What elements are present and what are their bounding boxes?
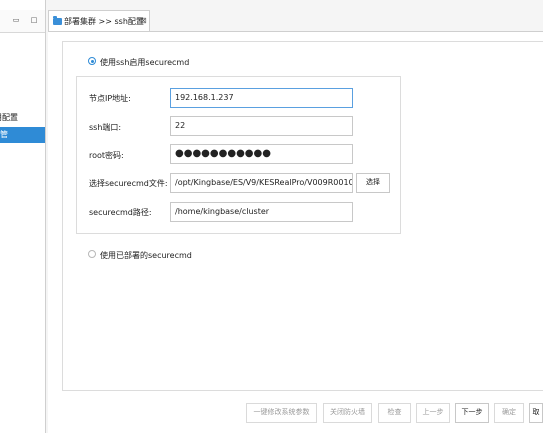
maximize-icon[interactable]: □	[30, 16, 38, 24]
use-deployed-radio[interactable]	[88, 250, 96, 258]
next-button[interactable]: 下一步	[455, 403, 489, 423]
left-panel: ▭ □ 用配置 管	[0, 0, 46, 433]
left-panel-header: ▭ □	[0, 10, 45, 33]
node-ip-input[interactable]: 192.168.1.237	[170, 88, 353, 108]
tree-item-config[interactable]: 用配置	[0, 110, 39, 126]
editor-tab-title: 部署集群 >> ssh配置	[64, 17, 144, 26]
securecmd-file-label: 选择securecmd文件:	[89, 179, 168, 188]
use-ssh-radio[interactable]	[88, 57, 96, 65]
use-ssh-label[interactable]: 使用ssh启用securecmd	[100, 57, 189, 68]
root-password-label: root密码:	[89, 151, 124, 160]
editor-tab[interactable]: 部署集群 >> ssh配置 ⊠	[48, 10, 150, 32]
folder-icon	[53, 16, 62, 25]
ok-button[interactable]: 确定	[494, 403, 524, 423]
cancel-button[interactable]: 取	[529, 403, 543, 423]
root-password-input[interactable]: ●●●●●●●●●●●	[170, 144, 353, 164]
close-firewall-button[interactable]: 关闭防火墙	[323, 403, 372, 423]
minimize-icon[interactable]: ▭	[12, 16, 20, 24]
securecmd-path-label: securecmd路径:	[89, 208, 152, 217]
securecmd-file-input[interactable]: /opt/Kingbase/ES/V9/KESRealPro/V009R001C…	[170, 173, 353, 193]
tree-item-manage[interactable]: 管	[0, 127, 45, 143]
check-button[interactable]: 检查	[378, 403, 411, 423]
securecmd-path-input[interactable]: /home/kingbase/cluster	[170, 202, 353, 222]
browse-button[interactable]: 选择	[356, 173, 390, 193]
close-icon[interactable]: ⊠	[140, 16, 147, 25]
node-ip-label: 节点IP地址:	[89, 94, 131, 103]
modify-params-button[interactable]: 一键修改系统参数	[246, 403, 317, 423]
ssh-port-input[interactable]: 22	[170, 116, 353, 136]
use-deployed-label[interactable]: 使用已部署的securecmd	[100, 250, 192, 261]
ssh-port-label: ssh端口:	[89, 123, 122, 132]
prev-button[interactable]: 上一步	[416, 403, 450, 423]
